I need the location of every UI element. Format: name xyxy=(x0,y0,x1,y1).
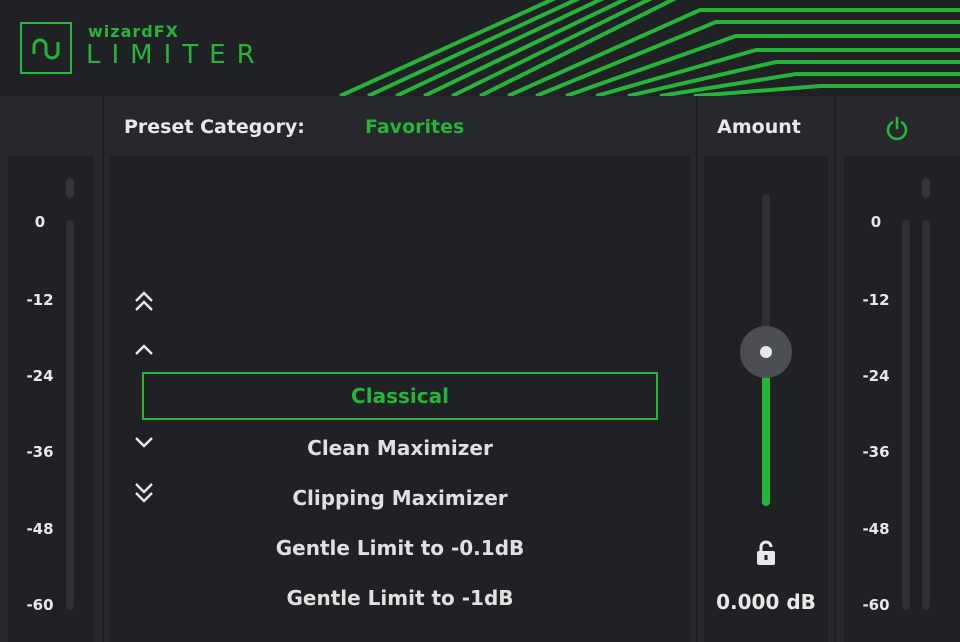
preset-item[interactable]: Gentle Limit to -1dB xyxy=(142,574,658,622)
product-name: LIMITER xyxy=(86,40,266,70)
meter-scale-label: -48 xyxy=(862,520,890,538)
input-peak-indicator xyxy=(66,178,74,198)
amount-label: Amount xyxy=(717,116,801,138)
waveform-logo-icon xyxy=(20,22,72,74)
input-meter-panel: 0 -12 -24 -36 -48 -60 xyxy=(0,96,102,642)
meter-scale-label: -12 xyxy=(862,291,890,309)
preset-item[interactable]: Clipping Maximizer xyxy=(142,474,658,522)
preset-category-selector[interactable]: Favorites xyxy=(365,116,464,138)
meter-scale-label: -60 xyxy=(26,596,54,614)
power-icon[interactable] xyxy=(884,116,910,142)
chevron-up-icon[interactable] xyxy=(132,336,156,364)
meter-scale-label: -24 xyxy=(862,367,890,385)
preset-panel: Preset Category: Favorites Classical Cle… xyxy=(104,96,696,642)
amount-value[interactable]: 0.000 dB xyxy=(698,590,834,614)
brand-name: wizardFX xyxy=(88,22,179,41)
preset-item-selected[interactable]: Classical xyxy=(142,372,658,420)
amount-panel: Amount 0.000 dB xyxy=(698,96,834,642)
output-meter-panel: 0 -12 -24 -36 -48 -60 xyxy=(836,96,960,642)
meter-scale-label: -36 xyxy=(26,443,54,461)
output-meter-inset: 0 -12 -24 -36 -48 -60 xyxy=(844,156,960,642)
plugin-header: wizardFX LIMITER xyxy=(0,0,960,96)
preset-item[interactable]: Clean Maximizer xyxy=(142,424,658,472)
meter-scale-label: -36 xyxy=(862,443,890,461)
preset-category-label: Preset Category: xyxy=(124,116,305,138)
output-meter-track-right xyxy=(922,220,930,610)
double-chevron-up-icon[interactable] xyxy=(132,288,156,316)
meter-scale-label: -24 xyxy=(26,367,54,385)
unlocked-padlock-icon[interactable] xyxy=(756,540,776,566)
meter-scale-label: -60 xyxy=(862,596,890,614)
preset-list[interactable]: Classical Clean Maximizer Clipping Maxim… xyxy=(124,170,676,624)
output-meter-track-left xyxy=(902,220,910,610)
preset-item[interactable]: Gentle Limit to -0.1dB xyxy=(142,524,658,572)
input-meter-track xyxy=(66,220,74,610)
meter-scale-label: 0 xyxy=(34,213,46,231)
meter-scale-label: -12 xyxy=(26,291,54,309)
meter-scale-label: 0 xyxy=(870,213,882,231)
amount-slider-knob-center[interactable] xyxy=(760,346,772,358)
input-meter-inset: 0 -12 -24 -36 -48 -60 xyxy=(8,156,94,642)
output-peak-indicator xyxy=(922,178,930,198)
meter-scale-label: -48 xyxy=(26,520,54,538)
